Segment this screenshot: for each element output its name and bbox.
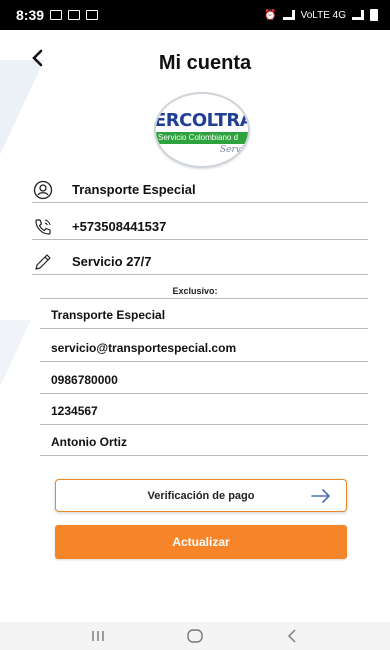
user-icon (32, 179, 54, 201)
profile-description-row: Servicio 27/7 (32, 249, 368, 275)
update-button[interactable]: Actualizar (55, 525, 347, 559)
payment-verification-button[interactable]: Verificación de pago (55, 479, 347, 512)
gallery-icon (50, 10, 63, 20)
profile-phone: +573508441537 (72, 219, 167, 234)
exclusive-label: Exclusivo: (172, 286, 218, 296)
update-label: Actualizar (172, 535, 230, 549)
company-logo: ERCOLTRAN Servicio Colombiano d Servi (154, 92, 250, 168)
battery-icon (370, 9, 378, 21)
exclusive-id: 1234567 (51, 403, 98, 418)
back-icon (287, 629, 296, 643)
exclusive-email-row: servicio@transportespecial.com (40, 334, 368, 362)
exclusive-company: Transporte Especial (51, 307, 166, 322)
exclusive-id-row: 1234567 (40, 397, 368, 425)
exclusive-email: servicio@transportespecial.com (51, 340, 237, 355)
exclusive-phone-row: 0986780000 (40, 366, 368, 394)
status-right: ⏰ VoLTE 4G (264, 9, 378, 21)
notification-icon (86, 10, 99, 20)
exclusive-divider (40, 298, 368, 299)
exclusive-phone: 0986780000 (51, 372, 118, 387)
profile-name: Transporte Especial (72, 182, 196, 197)
logo-main-text: ERCOLTRAN (154, 110, 248, 131)
page-title: Mi cuenta (158, 52, 252, 74)
alarm-icon: ⏰ (264, 9, 277, 21)
exclusive-contact: Antonio Ortiz (51, 434, 127, 449)
logo-band-text: Servicio Colombiano d (156, 132, 248, 144)
status-bar: 8:39 ⏰ VoLTE 4G (0, 0, 390, 30)
network-label: VoLTE 4G (300, 9, 346, 21)
profile-name-row: Transporte Especial (32, 177, 368, 203)
system-back-button[interactable] (277, 626, 307, 646)
arrow-right-icon (311, 489, 330, 503)
exclusive-contact-row: Antonio Ortiz (40, 428, 368, 456)
status-time: 8:39 (16, 7, 45, 23)
message-icon (68, 10, 81, 20)
profile-phone-row: +573508441537 (32, 214, 368, 240)
logo-script-text: Servi (220, 145, 244, 155)
pencil-icon (32, 251, 54, 273)
home-button[interactable] (180, 626, 210, 646)
home-icon (187, 629, 203, 643)
payment-verification-label: Verificación de pago (147, 489, 255, 502)
recent-apps-icon (92, 631, 105, 641)
header: Mi cuenta (0, 44, 390, 84)
phone-icon (32, 216, 54, 238)
exclusive-company-row: Transporte Especial (40, 301, 368, 329)
status-left: 8:39 (16, 7, 99, 23)
recent-apps-button[interactable] (83, 626, 113, 646)
profile-description: Servicio 27/7 (72, 254, 152, 269)
cell-signal-icon (352, 10, 364, 20)
wifi-signal-icon (282, 10, 295, 20)
system-nav-bar (0, 622, 390, 650)
